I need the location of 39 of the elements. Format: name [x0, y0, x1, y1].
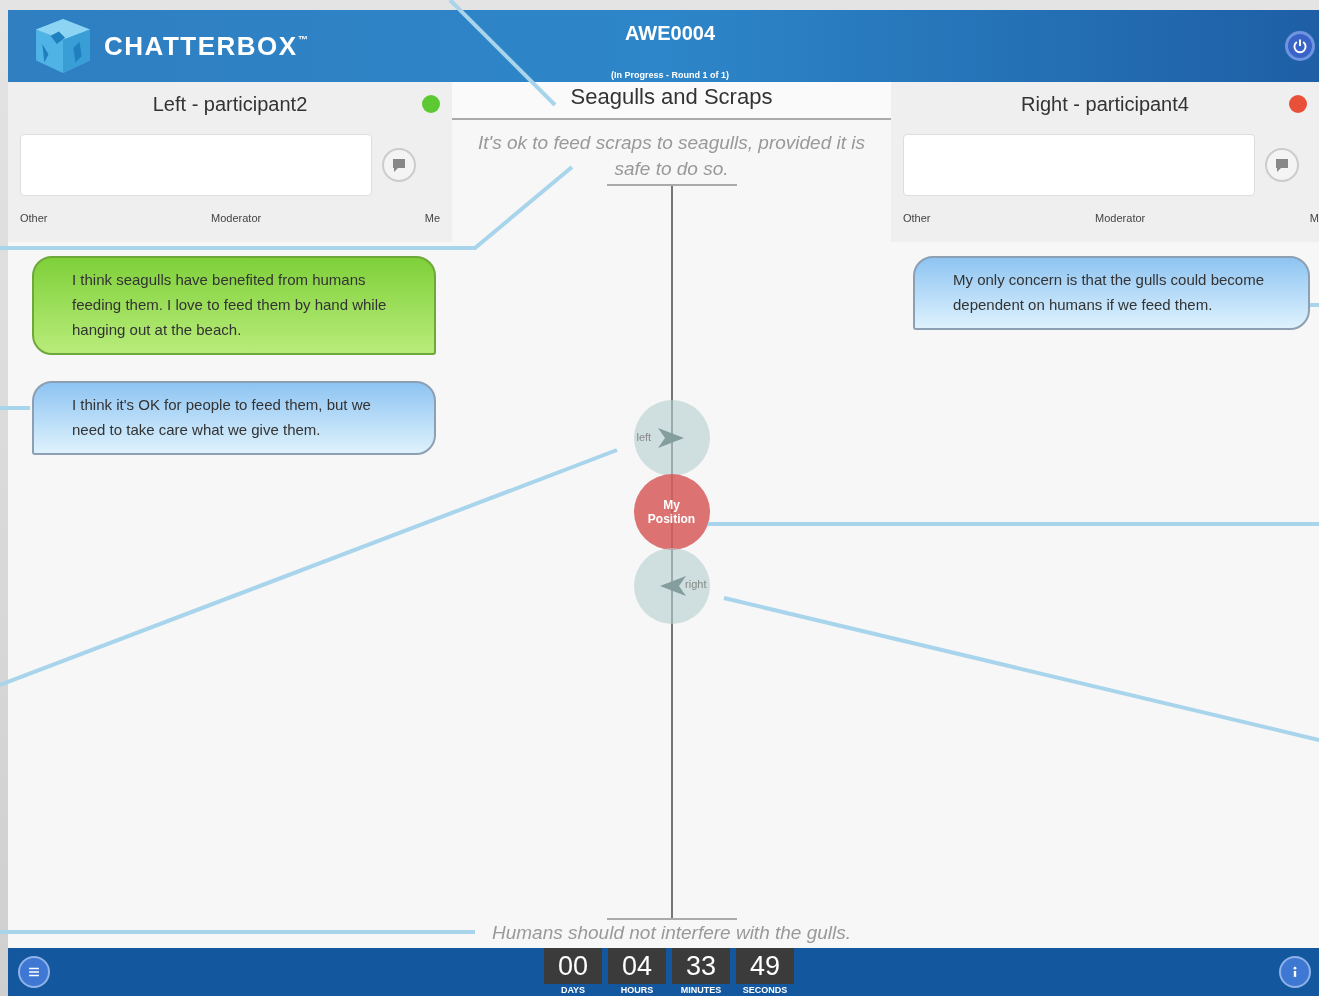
move-left-button[interactable]: left [633, 400, 710, 476]
timer-unit-label: HOURS [620, 985, 654, 995]
scale-label: Moderator [211, 212, 262, 224]
send-message-button[interactable] [1265, 148, 1299, 182]
position-marker: My Position [633, 474, 710, 550]
chat-bubble: I think seagulls have benefited from humans feeding them. I love to feed them by hand while hanging out at the beach. [32, 256, 436, 355]
move-right-button[interactable]: right [633, 548, 710, 624]
message-input[interactable] [903, 134, 1255, 196]
timer-unit-label: DAYS [560, 985, 586, 995]
timer-digits: 49 [736, 948, 794, 984]
leader-line [0, 406, 30, 410]
scale-label: M [1309, 212, 1319, 224]
power-icon [1292, 38, 1308, 54]
timer-digits: 00 [544, 948, 602, 984]
participant-name: Right - participant4 [1021, 92, 1189, 116]
menu-button[interactable] [18, 956, 50, 988]
chat-bubble: I think it's OK for people to feed them, but we need to take care what we give them. [32, 381, 436, 455]
statement-text: Humans should not interfere with the gulls. [491, 921, 852, 945]
scale-label: Other [20, 212, 48, 224]
timer-digits: 04 [608, 948, 666, 984]
scale-label: Moderator [1095, 212, 1146, 224]
message-input[interactable] [20, 134, 372, 196]
participant-name: Left - participant2 [152, 92, 308, 116]
statement-text: It's ok to feed scraps to seagulls, provided it is safe to do so. [477, 131, 866, 181]
scale-label: Me [424, 212, 440, 224]
timer-unit-label: SECONDS [742, 985, 788, 995]
send-message-button[interactable] [382, 148, 416, 182]
session-code: AWE0004 [624, 22, 716, 45]
timer-digits: 33 [672, 948, 730, 984]
app-logo-text: CHATTERBOX$^{™}$ [104, 30, 310, 62]
arrow-right-icon [655, 426, 686, 450]
menu-icon [27, 965, 41, 979]
leader-line [1310, 303, 1319, 307]
power-button[interactable] [1285, 31, 1315, 61]
chat-bubble: My only concern is that the gulls could become dependent on humans if we feed them. [913, 256, 1310, 330]
scale-label: Other [903, 212, 931, 224]
session-status: (In Progress - Round 1 of 1) [611, 70, 729, 80]
timer-unit-label: MINUTES [680, 985, 722, 995]
info-button[interactable] [1279, 956, 1311, 988]
